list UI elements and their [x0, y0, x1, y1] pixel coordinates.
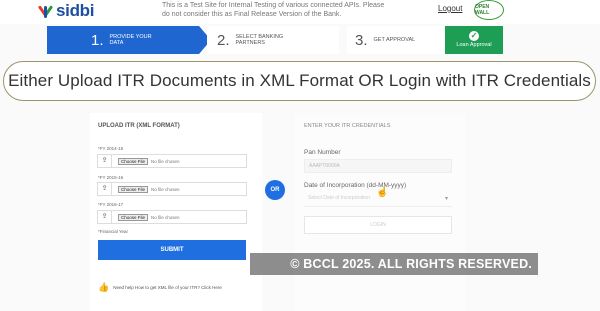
instruction-banner: Either Upload ITR Documents in XML Forma… — [3, 61, 596, 101]
upload-icon: ⇪ — [98, 211, 112, 223]
or-divider: OR — [265, 180, 285, 200]
itr-credentials-panel: ENTER YOUR ITR CREDENTIALS Pan Number AA… — [295, 113, 465, 311]
step-number: 1. — [91, 31, 104, 49]
choose-file-button[interactable]: Choose File — [118, 185, 149, 193]
choose-file-button[interactable]: Choose File — [118, 157, 149, 165]
step-number: 2. — [217, 31, 230, 49]
choose-file-button[interactable]: Choose File — [118, 213, 149, 221]
file-upload-row: ⇪ Choose File No file chosen — [97, 182, 247, 196]
chevron-down-icon: ▾ — [444, 196, 448, 202]
fy-label: *FY 2016-17 — [98, 202, 124, 207]
step-provide-data: 1. PROVIDE YOUR DATA — [47, 26, 211, 54]
fy-label: *FY 2015-16 — [98, 175, 124, 180]
step-label: Loan Approval — [456, 42, 492, 49]
xml-help-link[interactable]: 👍 Need help How to get XML file of your … — [98, 282, 222, 293]
logo-text: sidbi — [56, 1, 95, 20]
top-header: sidbi This is a Test Site for Internal T… — [0, 0, 600, 24]
progress-steps: 1. PROVIDE YOUR DATA 2. SELECT BANKING P… — [47, 26, 503, 54]
upload-icon: ⇪ — [98, 155, 112, 167]
no-file-text: No file chosen — [151, 186, 180, 192]
step-get-approval: 3. GET APPROVAL — [347, 26, 447, 54]
partner-badge: OPEN WALL — [474, 0, 504, 20]
hand-cursor-icon: ☝ — [376, 187, 389, 198]
check-icon: ✓ — [469, 31, 479, 42]
step-label: PROVIDE YOUR DATA — [109, 33, 152, 47]
pan-number-label: Pan Number — [304, 149, 341, 156]
submit-button[interactable]: SUBMIT — [98, 240, 246, 260]
step-label: GET APPROVAL — [373, 36, 416, 43]
upload-panel-title: UPLOAD ITR (XML FORMAT) — [98, 123, 180, 129]
no-file-text: No file chosen — [151, 214, 180, 220]
no-file-text: No file chosen — [151, 158, 180, 164]
sidbi-logo[interactable]: sidbi — [37, 1, 95, 21]
file-upload-row: ⇪ Choose File No file chosen — [97, 210, 247, 224]
fy-label: *FY 2014-15 — [98, 146, 124, 151]
step-select-partners: 2. SELECT BANKING PARTNERS — [207, 26, 339, 54]
upload-itr-panel: UPLOAD ITR (XML FORMAT) *FY 2014-15 ⇪ Ch… — [90, 113, 262, 311]
test-site-notice: This is a Test Site for Internal Testing… — [162, 2, 385, 18]
doi-placeholder: Select Date of Incorporation — [308, 195, 370, 201]
thumbs-up-icon: 👍 — [98, 282, 110, 292]
login-button[interactable]: LOGIN — [304, 216, 452, 234]
copyright-watermark: © BCCL 2025. ALL RIGHTS RESERVED. — [250, 253, 538, 275]
step-label: SELECT BANKING PARTNERS — [235, 33, 284, 47]
logo-mark-icon — [37, 3, 54, 19]
upload-icon: ⇪ — [98, 183, 112, 195]
step-number: 3. — [355, 31, 368, 49]
financial-year-note: *Financial Year — [98, 229, 129, 234]
step-loan-approval: ✓ Loan Approval — [445, 26, 503, 54]
pan-number-input[interactable]: AAAPT0000A — [304, 159, 452, 173]
file-upload-row: ⇪ Choose File No file chosen — [97, 154, 247, 168]
logout-link[interactable]: Logout — [438, 4, 462, 13]
doi-label: Date of Incorporation (dd-MM-yyyy) — [304, 182, 407, 189]
credentials-panel-title: ENTER YOUR ITR CREDENTIALS — [304, 123, 391, 129]
help-text[interactable]: Need help How to get XML file of your IT… — [113, 285, 222, 290]
